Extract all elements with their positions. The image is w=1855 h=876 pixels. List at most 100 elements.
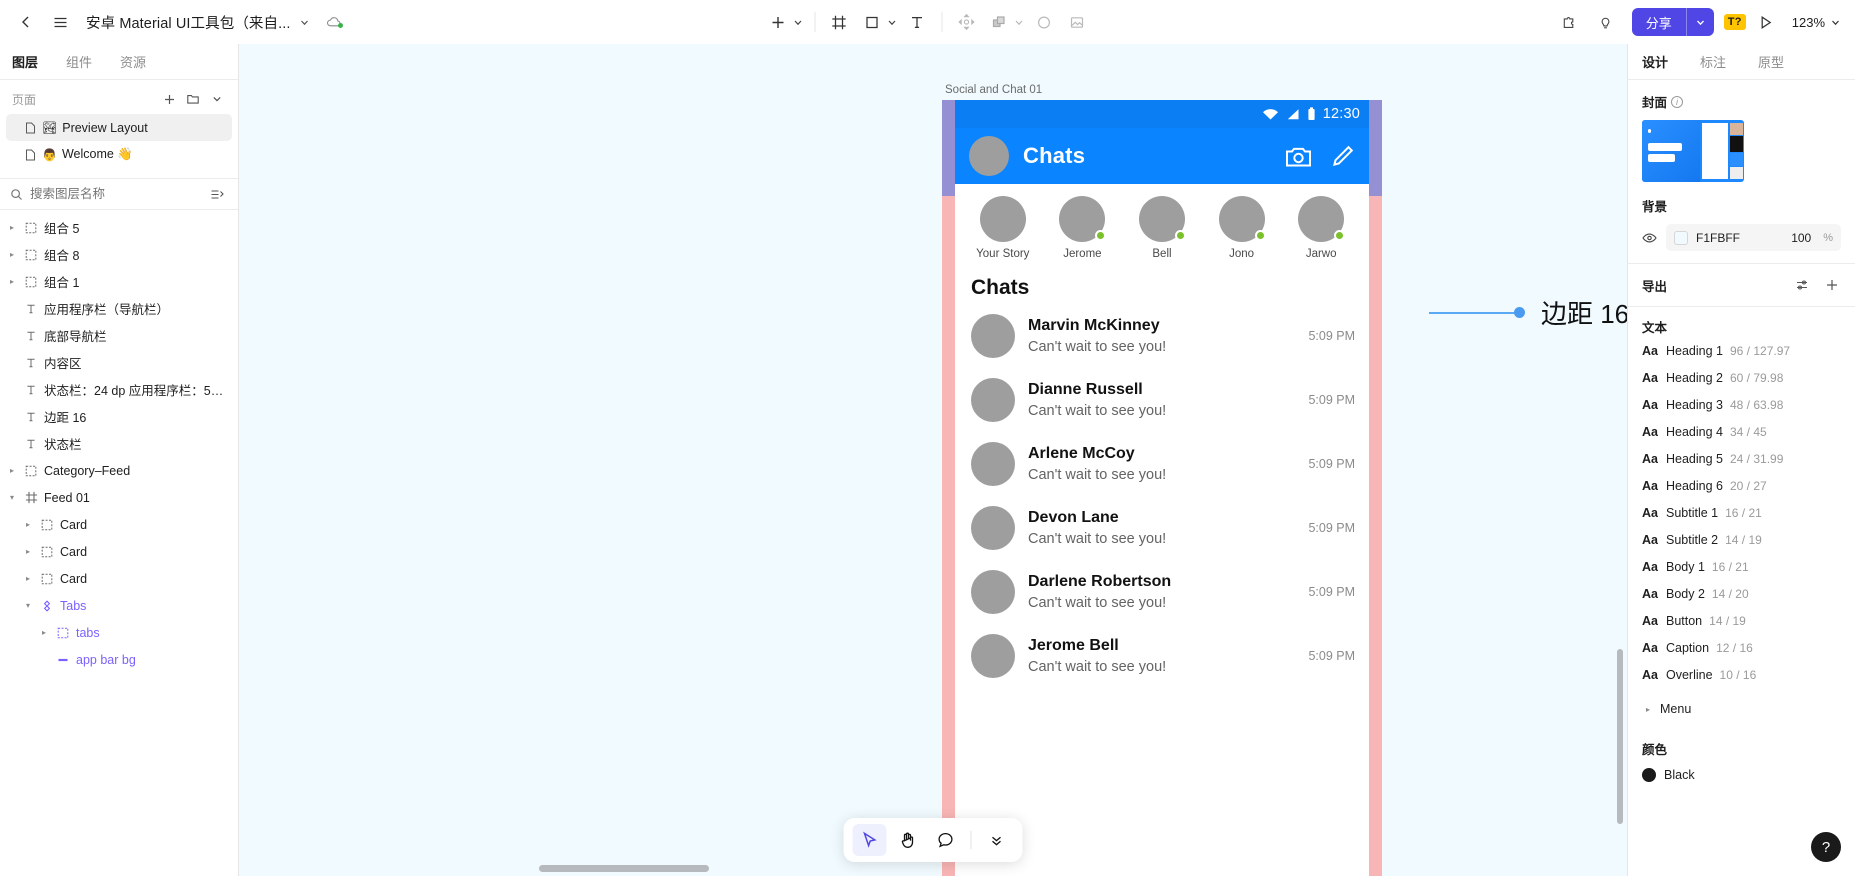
text-style-row[interactable]: Aa Heading 4 34 / 45: [1642, 425, 1841, 452]
chevron-right-icon[interactable]: ▸: [22, 574, 34, 583]
share-caret-icon[interactable]: [1687, 8, 1714, 36]
avatar[interactable]: [971, 442, 1015, 486]
chevron-down-icon[interactable]: [206, 88, 228, 110]
story-item[interactable]: Bell: [1122, 196, 1202, 260]
story-item[interactable]: Jono: [1202, 196, 1282, 260]
chevron-right-icon[interactable]: ▸: [22, 520, 34, 529]
help-button[interactable]: ?: [1811, 832, 1841, 862]
share-button[interactable]: 分享: [1632, 8, 1686, 36]
eye-icon[interactable]: [1642, 232, 1658, 244]
horizontal-scrollbar[interactable]: [539, 865, 709, 872]
new-folder-icon[interactable]: [182, 88, 204, 110]
duplicate-caret[interactable]: [1013, 17, 1024, 28]
page-item-welcome[interactable]: 👨 Welcome 👋: [6, 141, 232, 168]
hamburger-menu-icon[interactable]: [44, 6, 76, 38]
cursor-arrow-icon[interactable]: [852, 824, 887, 856]
vertical-scrollbar[interactable]: [1617, 649, 1623, 824]
text-style-row[interactable]: Aa Caption 12 / 16: [1642, 641, 1841, 668]
layer-row[interactable]: 状态栏: [0, 430, 238, 457]
text-style-row[interactable]: Aa Subtitle 1 16 / 21: [1642, 506, 1841, 533]
canvas-area[interactable]: Social and Chat 01 12:30 Chats Your Stor…: [239, 44, 1627, 876]
plugin-puzzle-icon[interactable]: [1554, 6, 1586, 38]
circle-icon[interactable]: [1028, 6, 1060, 38]
export-settings-icon[interactable]: [1791, 274, 1813, 296]
text-style-row[interactable]: Aa Button 14 / 19: [1642, 614, 1841, 641]
background-swatch[interactable]: [1674, 230, 1688, 245]
background-color-field[interactable]: F1FBFF 100 %: [1666, 224, 1841, 251]
chevron-down-icon[interactable]: ▾: [6, 493, 18, 502]
color-style-black[interactable]: Black: [1642, 768, 1841, 782]
chevron-right-icon[interactable]: ▸: [6, 250, 18, 259]
chevron-right-icon[interactable]: ▸: [6, 466, 18, 475]
file-title[interactable]: 安卓 Material UI工具包（来自...: [86, 12, 291, 33]
chat-list-item[interactable]: Marvin McKinney Can't wait to see you! 5:0…: [955, 304, 1369, 368]
file-title-caret[interactable]: [297, 14, 313, 30]
tab-annotation[interactable]: 标注: [1700, 52, 1726, 71]
chat-list-item[interactable]: Arlene McCoy Can't wait to see you! 5:09 P…: [955, 432, 1369, 496]
chat-list-item[interactable]: Darlene Robertson Can't wait to see you! 5…: [955, 560, 1369, 624]
layer-row[interactable]: ▸ 组合 8: [0, 241, 238, 268]
avatar[interactable]: [971, 314, 1015, 358]
story-item[interactable]: Jarwo: [1281, 196, 1361, 260]
chevron-right-icon[interactable]: ▸: [38, 628, 50, 637]
chevron-right-icon[interactable]: ▸: [6, 277, 18, 286]
share-button-group[interactable]: 分享: [1631, 8, 1714, 36]
layer-row[interactable]: ▸ 组合 1: [0, 268, 238, 295]
chevrons-down-icon[interactable]: [980, 824, 1014, 856]
shape-tool[interactable]: [856, 6, 888, 38]
annotation-margin-16[interactable]: 边距 16: [1429, 294, 1627, 331]
move-gizmo-icon[interactable]: [950, 6, 982, 38]
duplicate-icon[interactable]: [983, 6, 1015, 38]
frame-label[interactable]: Social and Chat 01: [945, 84, 1042, 96]
avatar[interactable]: [971, 570, 1015, 614]
menu-style-group[interactable]: ▸ Menu: [1642, 695, 1841, 723]
t-badge[interactable]: T?: [1723, 13, 1746, 31]
search-input[interactable]: [30, 187, 199, 201]
avatar[interactable]: [971, 378, 1015, 422]
chat-list-item[interactable]: Jerome Bell Can't wait to see you! 5:09 PM: [955, 624, 1369, 688]
info-icon[interactable]: i: [1671, 95, 1684, 108]
layer-row[interactable]: ▸ Card: [0, 511, 238, 538]
layer-row[interactable]: ▾ Feed 01: [0, 484, 238, 511]
hand-icon[interactable]: [891, 824, 925, 856]
chat-list-item[interactable]: Dianne Russell Can't wait to see you! 5:09…: [955, 368, 1369, 432]
text-tool[interactable]: [901, 6, 933, 38]
avatar[interactable]: [979, 196, 1026, 242]
camera-icon[interactable]: [1285, 144, 1312, 169]
edit-pencil-icon[interactable]: [1330, 144, 1355, 169]
chevron-down-icon[interactable]: ▾: [22, 601, 34, 610]
background-opacity[interactable]: 100: [1791, 231, 1811, 245]
layer-row[interactable]: ▾ Tabs: [0, 592, 238, 619]
layer-row[interactable]: 应用程序栏（导航栏）: [0, 295, 238, 322]
layer-row[interactable]: ▸ 组合 5: [0, 214, 238, 241]
layer-row[interactable]: ▸ Card: [0, 565, 238, 592]
add-tool-caret[interactable]: [792, 17, 803, 28]
avatar[interactable]: [971, 634, 1015, 678]
tab-layers[interactable]: 图层: [12, 52, 38, 71]
layer-row[interactable]: 状态栏：24 dp 应用程序栏：5…: [0, 376, 238, 403]
present-play-icon[interactable]: [1750, 6, 1782, 38]
story-item[interactable]: Jerome: [1043, 196, 1123, 260]
layer-row[interactable]: 边距 16: [0, 403, 238, 430]
avatar[interactable]: [969, 136, 1009, 176]
text-style-row[interactable]: Aa Overline 10 / 16: [1642, 668, 1841, 695]
annotation-endpoint-dot[interactable]: [1514, 307, 1525, 318]
sort-filter-icon[interactable]: [206, 183, 228, 205]
add-tool[interactable]: [762, 6, 794, 38]
chevron-right-icon[interactable]: ▸: [22, 547, 34, 556]
chevron-right-icon[interactable]: ▸: [6, 223, 18, 232]
avatar[interactable]: [971, 506, 1015, 550]
lightbulb-icon[interactable]: [1590, 6, 1622, 38]
text-style-row[interactable]: Aa Body 2 14 / 20: [1642, 587, 1841, 614]
tab-design[interactable]: 设计: [1642, 52, 1668, 71]
chevron-right-icon[interactable]: ▸: [1642, 705, 1654, 714]
background-hex[interactable]: F1FBFF: [1696, 231, 1740, 245]
text-style-row[interactable]: Aa Heading 1 96 / 127.97: [1642, 344, 1841, 371]
zoom-level-control[interactable]: 123%: [1792, 15, 1841, 30]
frame-tool[interactable]: [823, 6, 855, 38]
add-export-plus-icon[interactable]: [1821, 274, 1843, 296]
story-item[interactable]: Your Story: [963, 196, 1043, 260]
image-icon[interactable]: [1061, 6, 1093, 38]
add-page-plus-icon[interactable]: [158, 88, 180, 110]
tab-prototype[interactable]: 原型: [1758, 52, 1784, 71]
